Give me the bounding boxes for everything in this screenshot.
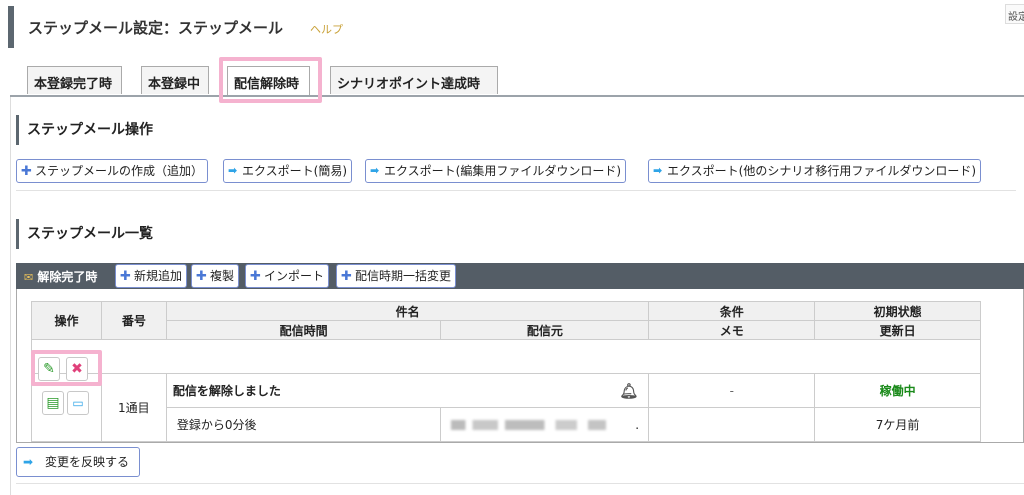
header-send-timing: 配信時間 [165,320,442,340]
plus-icon: ✚ [341,269,352,284]
export-migration-button[interactable]: ➡ エクスポート(他のシナリオ移行用ファイルダウンロード) [648,159,982,183]
export-migration-label: エクスポート(他のシナリオ移行用ファイルダウンロード) [667,164,977,178]
plus-icon: ✚ [120,269,131,284]
plus-icon: ✚ [250,269,261,284]
arrow-icon: ➡ [228,164,238,177]
header-number: 番号 [100,301,167,340]
export-edit-button[interactable]: ➡ エクスポート(編集用ファイルダウンロード) [365,159,627,183]
state-cell: 稼働中 [814,373,981,408]
arrow-icon: ➡ [653,164,663,177]
duplicate-label: 複製 [210,269,235,283]
bottom-divider [16,483,1024,484]
table-row-detail: 登録から0分後 . 7ケ月前 [32,407,981,442]
timing-cell: 登録から0分後 [165,407,442,442]
number-cell: 1通目 [100,373,167,442]
monitor-icon[interactable]: ▭ [67,391,89,415]
reflect-changes-button[interactable]: ➡ 変更を反映する [16,447,141,477]
subject-cell: 配信を解除しました 🔔︎ [165,373,650,408]
header-sender: 配信元 [440,320,650,340]
header-memo: メモ [648,320,816,340]
envelope-icon: ✉ [24,271,34,284]
arrow-icon: ➡ [370,164,380,177]
arrow-icon: ➡ [23,455,34,469]
document-icon[interactable]: ▤ [42,391,64,415]
plus-icon: ✚ [196,269,207,284]
updated-cell: 7ケ月前 [814,407,981,442]
export-simple-label: エクスポート(簡易) [242,164,348,178]
bell-icon[interactable]: 🔔︎ [619,382,638,400]
import-label: インポート [264,269,325,283]
page-title: ステップメール設定：ステップメール [28,19,284,37]
memo-cell [648,407,816,442]
table-row: 1通目 配信を解除しました 🔔︎ - 稼働中 [31,373,981,442]
highlight-box-actions [31,350,102,386]
header-condition: 条件 [648,301,816,321]
sender-redacted [451,420,632,430]
create-step-mail-button[interactable]: ✚ ステップメールの作成（追加） [16,159,209,183]
export-simple-button[interactable]: ➡ エクスポート(簡易) [223,159,353,183]
group-label: ✉ 解除完了時 [24,268,97,285]
export-edit-label: エクスポート(編集用ファイルダウンロード) [384,164,622,178]
page-header: ステップメール設定：ステップメール ヘルプ [8,6,1008,48]
import-button[interactable]: ✚ インポート [245,264,330,288]
operations-title: ステップメール操作 [16,115,153,145]
header-initial-state: 初期状態 [814,301,981,321]
sender-text: . [635,417,640,432]
duplicate-button[interactable]: ✚ 複製 [191,264,240,288]
reflect-changes-label: 変更を反映する [45,455,130,469]
plus-icon: ✚ [21,164,32,179]
help-link[interactable]: ヘルプ [310,21,343,37]
settings-chip[interactable]: 設定 [1005,4,1024,24]
group-label-text: 解除完了時 [37,270,98,284]
subject-text: 配信を解除しました [172,384,281,398]
header-updated: 更新日 [814,320,981,340]
create-step-mail-label: ステップメールの作成（追加） [35,164,204,178]
tab-registration-complete[interactable]: 本登録完了時 [27,66,122,94]
list-title: ステップメール一覧 [16,219,153,249]
tab-scenario-point[interactable]: シナリオポイント達成時 [330,66,498,94]
step-mail-table: 操作 番号 件名 条件 初期状態 配信時間 配信元 メモ 更新日 1通目 配信を… [31,301,981,442]
condition-cell: - [648,373,816,408]
tab-registering[interactable]: 本登録中 [141,66,209,94]
header-operation: 操作 [31,301,102,340]
group-bar: ✉ 解除完了時 ✚ 新規追加 ✚ 複製 ✚ インポート ✚ 配信時期一括変更 [16,263,1024,289]
new-add-label: 新規追加 [134,269,183,283]
header-subject: 件名 [165,301,650,321]
bulk-change-timing-button[interactable]: ✚ 配信時期一括変更 [336,264,457,288]
bulk-change-timing-label: 配信時期一括変更 [355,269,452,283]
new-add-button[interactable]: ✚ 新規追加 [115,264,188,288]
section-divider [16,190,1016,191]
sender-cell: . [440,407,650,442]
